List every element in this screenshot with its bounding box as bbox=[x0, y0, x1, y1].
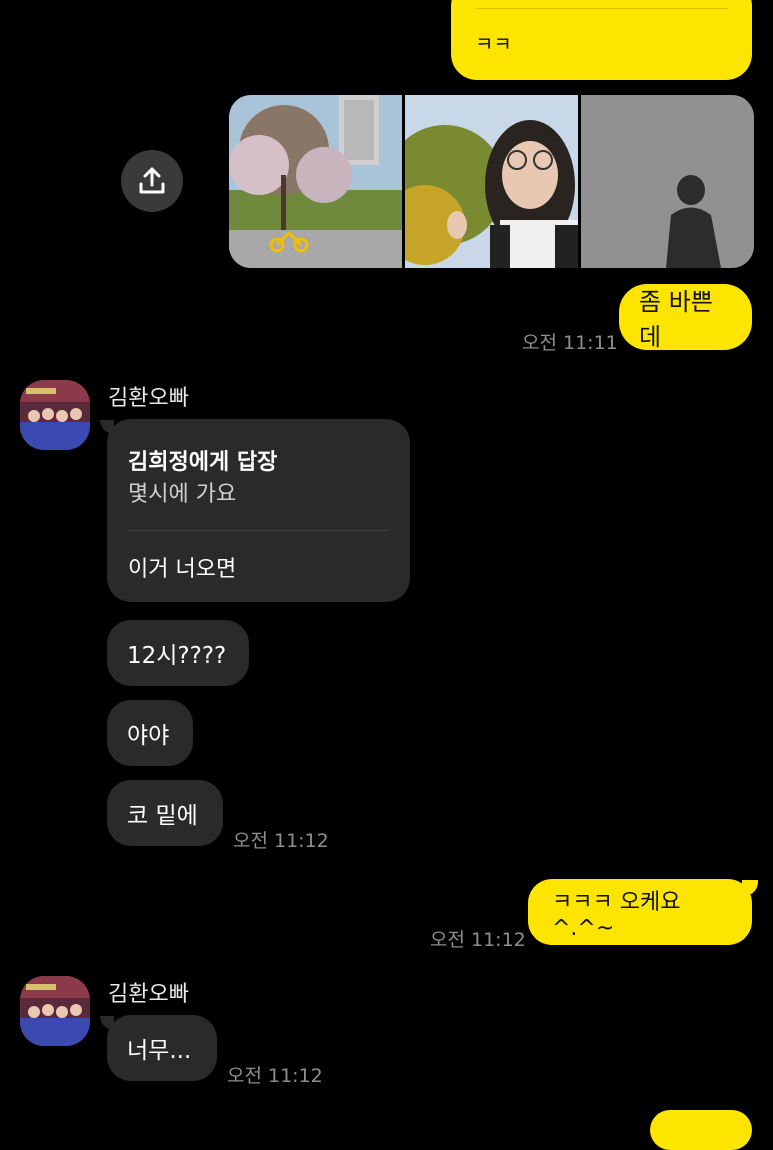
reply-bubble[interactable]: 김희정에게 답장 몇시에 가요 이거 너오면 bbox=[107, 419, 410, 602]
incoming-message[interactable]: 야야 bbox=[107, 700, 193, 766]
share-icon bbox=[139, 167, 165, 194]
incoming-message[interactable]: 코 밑에 bbox=[107, 780, 223, 846]
message-text: 좀 바쁜데 bbox=[639, 288, 713, 351]
photo-pavement[interactable] bbox=[581, 95, 754, 268]
reply-divider bbox=[475, 8, 728, 9]
message-time: 오전 11:12 bbox=[430, 929, 526, 951]
message-text: 코 밑에 bbox=[127, 803, 198, 829]
photo-park[interactable] bbox=[229, 95, 402, 268]
outgoing-message[interactable]: 좀 바쁜데 bbox=[619, 284, 752, 351]
incoming-message[interactable]: 12시???? bbox=[107, 620, 249, 686]
reply-quoted-text: 몇시에 가요 bbox=[128, 482, 237, 507]
message-text: 12시???? bbox=[127, 643, 227, 669]
reply-title: 김희정에게 답장 bbox=[128, 450, 278, 475]
message-text: 야야 bbox=[127, 723, 170, 749]
message-text: 너무... bbox=[127, 1038, 192, 1064]
share-button[interactable] bbox=[121, 150, 183, 212]
message-text: 이거 너오면 bbox=[128, 557, 237, 582]
sender-name: 김환오빠 bbox=[108, 982, 189, 1007]
message-time: 오전 11:12 bbox=[227, 1065, 323, 1087]
reply-divider bbox=[128, 530, 389, 531]
photo-selfie[interactable] bbox=[405, 95, 578, 268]
avatar[interactable] bbox=[20, 976, 90, 1046]
outgoing-message[interactable]: ㅋㅋㅋ 오케요^.^~ bbox=[528, 879, 752, 945]
bottom-outgoing-bubble[interactable] bbox=[650, 1110, 752, 1150]
message-text: ㅋㅋㅋ 오케요^.^~ bbox=[552, 889, 681, 941]
sender-name: 김환오빠 bbox=[108, 386, 189, 411]
top-bubble-text: ㅋㅋ bbox=[475, 32, 512, 56]
avatar[interactable] bbox=[20, 380, 90, 450]
incoming-message[interactable]: 너무... bbox=[107, 1015, 217, 1081]
message-time: 오전 11:11 bbox=[522, 332, 618, 354]
message-time: 오전 11:12 bbox=[233, 830, 329, 852]
top-outgoing-bubble[interactable]: ㅋㅋ bbox=[451, 0, 752, 80]
